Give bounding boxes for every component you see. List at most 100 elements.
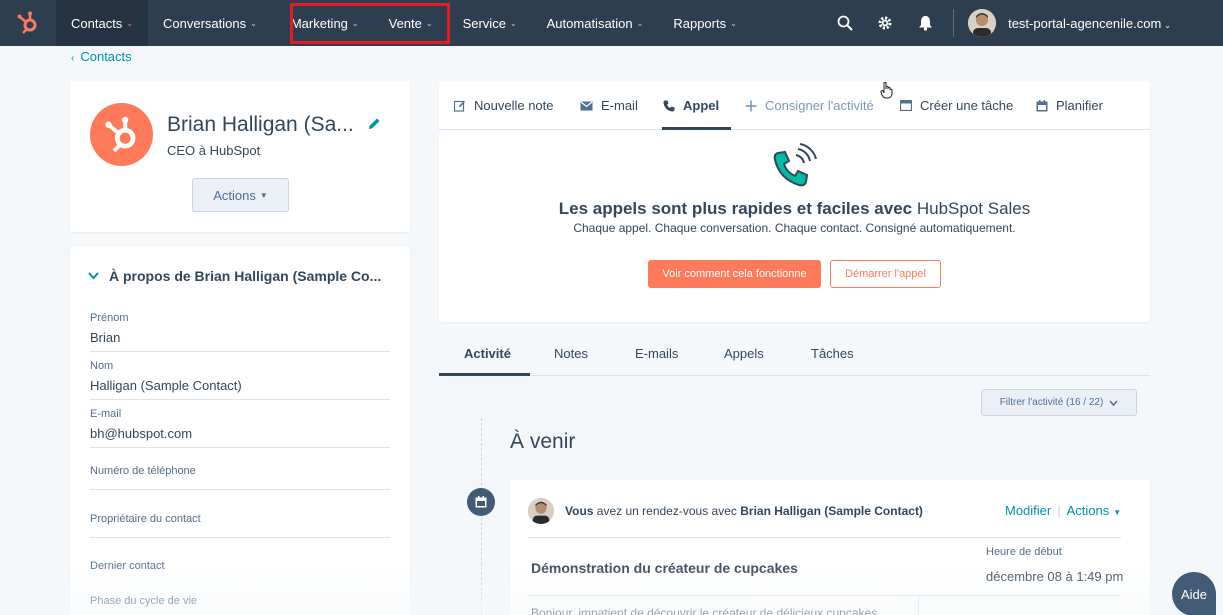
nav-service[interactable]: Service ⌄ <box>448 0 532 46</box>
chevron-down-icon: ⌄ <box>126 18 134 28</box>
start-time-value[interactable]: décembre 08 à 1:49 pm <box>986 569 1123 584</box>
field-email[interactable]: E-mail bh@hubspot.com <box>90 408 390 448</box>
chevron-down-icon: ⌄ <box>425 18 433 28</box>
nav-marketing[interactable]: Marketing ⌄ <box>276 0 374 46</box>
promo-title-bold: Les appels sont plus rapides et faciles … <box>558 199 913 218</box>
about-section-title: À propos de Brian Halligan (Sample Co... <box>109 268 382 284</box>
field-underline <box>90 447 390 448</box>
profile-actions-button[interactable]: Actions ▼ <box>192 178 289 212</box>
nav-marketing-label: Marketing <box>290 15 348 31</box>
tab-nouvelle-note[interactable]: Nouvelle note <box>454 81 554 130</box>
tab-planifier[interactable]: Planifier <box>1036 81 1103 130</box>
field-underline <box>90 537 390 538</box>
field-label: E-mail <box>90 408 122 420</box>
portal-switcher[interactable]: test-portal-agencenile.com ⌄ <box>1008 16 1171 31</box>
hand-cursor-icon <box>880 81 894 104</box>
calendar-icon <box>467 488 495 516</box>
field-label: Dernier contact <box>90 560 165 572</box>
nav-conversations[interactable]: Conversations ⌄ <box>148 0 272 46</box>
profile-card: Brian Halligan (Sa... CEO à HubSpot Acti… <box>70 81 410 232</box>
field-label: Numéro de téléphone <box>90 465 196 477</box>
chevron-down-icon <box>1109 398 1118 408</box>
field-label: Nom <box>90 360 114 372</box>
field-firstname[interactable]: Prénom Brian <box>90 312 390 352</box>
gear-icon[interactable] <box>865 0 905 46</box>
tab-activite[interactable]: Activité <box>464 346 511 361</box>
calendar-icon <box>1036 99 1048 112</box>
divider <box>528 595 1121 596</box>
event-description: Bonjour, impatient de découvrir le créat… <box>531 606 878 615</box>
nav-rapports[interactable]: Rapports ⌄ <box>658 0 751 46</box>
hubspot-logo-icon[interactable] <box>0 0 56 46</box>
field-last-contact[interactable]: Dernier contact <box>90 560 390 572</box>
phone-call-illustration-icon <box>770 143 818 194</box>
field-phone[interactable]: Numéro de téléphone <box>90 465 390 490</box>
pencil-edit-icon[interactable] <box>367 117 381 136</box>
bell-icon[interactable] <box>905 0 945 46</box>
tab-appel[interactable]: Appel <box>663 81 719 130</box>
tab-label: Planifier <box>1056 98 1103 113</box>
call-promo-subtitle: Chaque appel. Chaque conversation. Chaqu… <box>573 221 1016 235</box>
field-lastname[interactable]: Nom Halligan (Sample Contact) <box>90 360 390 400</box>
envelope-icon <box>580 101 593 111</box>
event-title: Démonstration du créateur de cupcakes <box>531 560 798 576</box>
field-value: Halligan (Sample Contact) <box>90 378 242 393</box>
tab-creer-tache[interactable]: Créer une tâche <box>900 81 1013 130</box>
nav-conversations-label: Conversations <box>163 15 247 31</box>
pencil-note-icon <box>454 100 466 112</box>
tab-label: Consigner l'activité <box>765 98 874 113</box>
nav-rapports-label: Rapports <box>673 15 727 31</box>
filter-activity-button[interactable]: Filtrer l'activité (16 / 22) <box>981 389 1137 416</box>
nav-divider <box>953 9 955 37</box>
nav-contacts[interactable]: Contacts ⌄ <box>56 0 149 46</box>
tab-email[interactable]: E-mail <box>580 81 638 130</box>
chevron-down-icon: ⌄ <box>1164 20 1171 30</box>
field-label: Phase du cycle de vie <box>90 595 198 607</box>
filter-label: Filtrer l'activité (16 / 22) <box>999 397 1104 408</box>
field-value: Brian <box>90 330 121 345</box>
phone-icon <box>663 100 675 112</box>
caret-down-icon: ▼ <box>259 190 268 200</box>
event-summary: Vous avez un rendez-vous avec Brian Hall… <box>565 504 923 518</box>
tab-label: Appel <box>683 98 720 113</box>
event-actor: Vous <box>565 504 594 518</box>
field-underline <box>90 399 390 400</box>
contact-job-title: CEO à HubSpot <box>167 143 261 158</box>
composer-tabs: Nouvelle note E-mail Appel Consigner l'a… <box>439 81 1150 130</box>
field-value: bh@hubspot.com <box>90 426 193 441</box>
company-avatar <box>90 103 153 166</box>
breadcrumb-label: Contacts <box>80 49 132 64</box>
portal-name: test-portal-agencenile.com <box>1008 15 1162 31</box>
link-separator: | <box>1057 503 1061 518</box>
help-button[interactable]: Aide <box>1172 572 1216 615</box>
tab-label: Créer une tâche <box>920 98 1014 113</box>
tab-appels[interactable]: Appels <box>724 346 764 361</box>
user-avatar[interactable] <box>968 9 997 37</box>
chevron-down-icon: ⌄ <box>730 18 737 28</box>
about-section-toggle[interactable]: À propos de Brian Halligan (Sample Co... <box>88 268 381 284</box>
modify-link[interactable]: Modifier <box>1005 503 1051 518</box>
field-label: Propriétaire du contact <box>90 513 201 525</box>
actions-label: Actions <box>1066 503 1110 518</box>
start-time-label: Heure de début <box>986 546 1062 558</box>
search-icon[interactable] <box>825 0 865 46</box>
nav-automatisation[interactable]: Automatisation ⌄ <box>532 0 659 46</box>
start-call-button[interactable]: Démarrer l'appel <box>830 260 941 288</box>
tab-consigner-activite[interactable]: Consigner l'activité <box>745 81 874 130</box>
tab-notes[interactable]: Notes <box>554 346 588 361</box>
see-how-it-works-button[interactable]: Voir comment cela fonctionne <box>648 260 821 288</box>
field-underline <box>90 489 390 490</box>
event-verb: avez un rendez-vous avec <box>596 504 737 518</box>
field-underline <box>90 351 390 352</box>
divider <box>528 537 1121 538</box>
field-owner[interactable]: Propriétaire du contact <box>90 513 390 538</box>
call-promo-title: Les appels sont plus rapides et faciles … <box>439 199 1150 219</box>
event-contact: Brian Halligan (Sample Contact) <box>740 504 923 518</box>
hubspot-sprocket-icon <box>104 116 135 152</box>
breadcrumb[interactable]: ‹ Contacts <box>71 49 132 64</box>
nav-vente[interactable]: Vente ⌄ <box>374 0 448 46</box>
event-actions-dropdown[interactable]: Actions ▼ <box>1067 503 1122 518</box>
tab-taches[interactable]: Tâches <box>811 346 854 361</box>
tab-emails[interactable]: E-mails <box>635 346 678 361</box>
field-lifecycle-stage[interactable]: Phase du cycle de vie <box>90 595 390 607</box>
